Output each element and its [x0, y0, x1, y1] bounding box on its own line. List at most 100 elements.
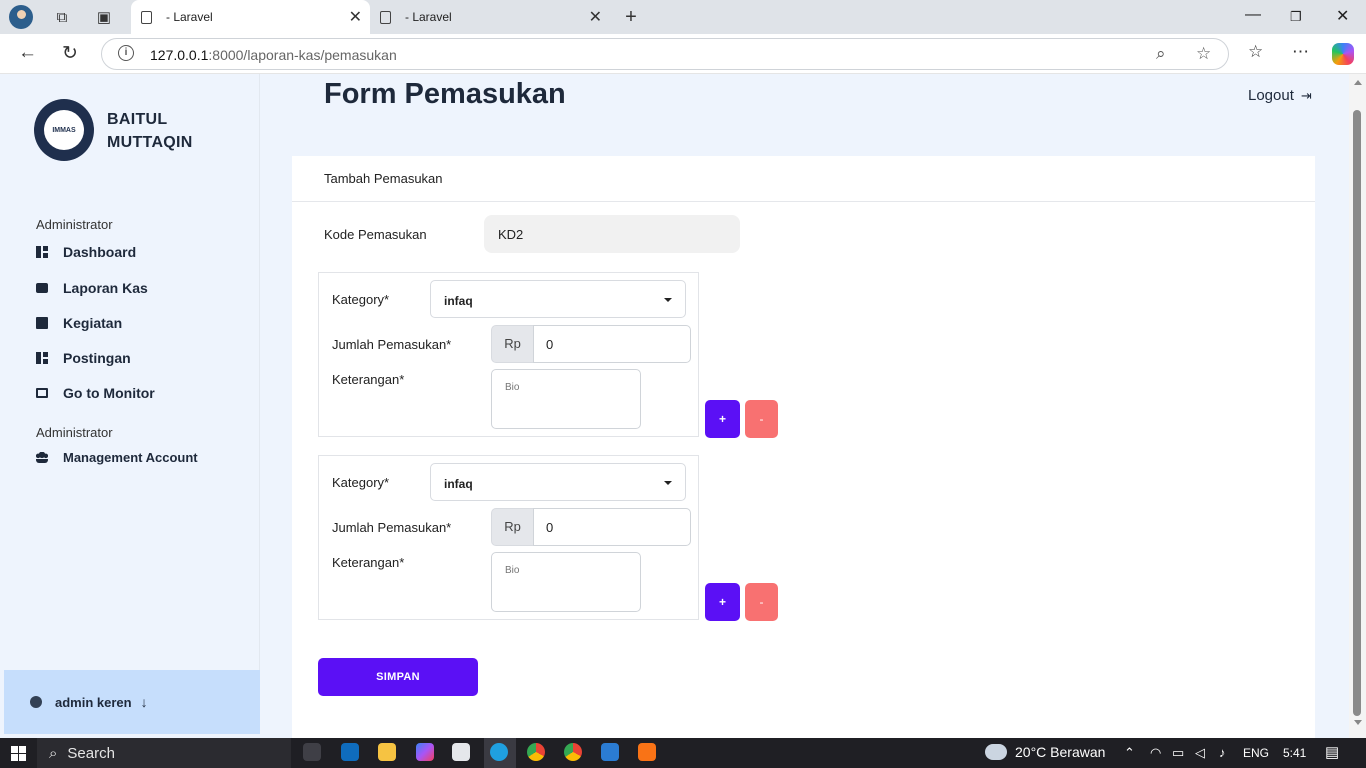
close-tab-icon[interactable]: ✕	[349, 7, 362, 27]
chrome-profile-icon[interactable]	[564, 743, 582, 761]
edge-icon[interactable]	[490, 743, 508, 761]
back-icon[interactable]: ←	[18, 42, 37, 64]
page-icon	[380, 10, 391, 24]
store-icon[interactable]	[452, 743, 470, 761]
caret-down-icon	[664, 298, 672, 302]
caret-down-icon	[664, 481, 672, 485]
copilot-icon[interactable]	[1332, 43, 1354, 65]
volume-icon[interactable]: ◁	[1195, 745, 1205, 761]
tab-actions-icon[interactable]: ▣	[91, 5, 117, 29]
page-content: IMMAS BAITUL MUTTAQIN Administrator Dash…	[0, 74, 1366, 738]
page-scrollbar[interactable]	[1349, 74, 1366, 738]
url-host: 127.0.0.1	[150, 47, 209, 63]
chrome-icon[interactable]	[527, 743, 545, 761]
sidebar: IMMAS BAITUL MUTTAQIN Administrator Dash…	[4, 74, 260, 734]
tab-laravel-2[interactable]: - Laravel ✕	[370, 0, 610, 34]
restore-icon[interactable]: ❐	[1290, 9, 1302, 25]
sidebar-item-label: Postingan	[63, 350, 131, 366]
scroll-down-icon[interactable]	[1354, 720, 1362, 725]
vscode-icon[interactable]	[601, 743, 619, 761]
kategori-label: Kategory*	[332, 475, 390, 490]
remove-entry-button[interactable]: -	[745, 400, 778, 438]
sidebar-item-go-to-monitor[interactable]: Go to Monitor	[36, 385, 155, 401]
keterangan-textarea[interactable]	[491, 369, 641, 429]
posts-icon	[36, 352, 48, 364]
logout-button[interactable]: Logout ⇥	[1248, 87, 1312, 104]
sidebar-item-dashboard[interactable]: Dashboard	[36, 244, 136, 260]
notifications-icon[interactable]: ▤	[1325, 743, 1339, 761]
sidebar-item-management-account[interactable]: Management Account	[36, 450, 198, 465]
zoom-icon[interactable]: ⌕	[1156, 44, 1166, 64]
keterangan-textarea[interactable]	[491, 552, 641, 612]
tab-title: - Laravel	[405, 10, 452, 24]
new-tab-icon[interactable]: +	[618, 5, 644, 29]
jumlah-label: Jumlah Pemasukan*	[332, 520, 452, 535]
sidebar-item-postingan[interactable]: Postingan	[36, 350, 131, 366]
currency-addon: Rp	[491, 508, 534, 546]
tray-overflow-icon[interactable]: ⌃	[1124, 745, 1135, 761]
sidebar-item-kegiatan[interactable]: Kegiatan	[36, 315, 122, 331]
kategori-value: infaq	[444, 477, 473, 491]
speaker-icon[interactable]: ♪	[1219, 745, 1226, 760]
outlook-icon[interactable]	[341, 743, 359, 761]
url-text[interactable]: 127.0.0.1:8000/laporan-kas/pemasukan	[150, 47, 397, 63]
kode-pemasukan-field[interactable]	[484, 215, 740, 253]
url-path: :8000/laporan-kas/pemasukan	[208, 47, 397, 63]
scrollbar-thumb[interactable]	[1353, 110, 1361, 716]
close-window-icon[interactable]: ✕	[1336, 6, 1349, 26]
url-field[interactable]: i 127.0.0.1:8000/laporan-kas/pemasukan ⌕…	[101, 38, 1229, 70]
favorites-icon[interactable]: ☆	[1248, 42, 1263, 62]
reload-icon[interactable]: ↻	[62, 42, 78, 65]
file-explorer-icon[interactable]	[378, 743, 396, 761]
close-tab-icon[interactable]: ✕	[589, 7, 602, 27]
logo: IMMAS	[34, 99, 94, 161]
kategori-select[interactable]: infaq	[430, 280, 686, 318]
site-info-icon[interactable]: i	[118, 45, 134, 61]
taskbar-search[interactable]: ⌕ Search	[37, 738, 291, 768]
scroll-up-icon[interactable]	[1354, 80, 1362, 85]
tab-laravel-1[interactable]: - Laravel ✕	[131, 0, 370, 34]
copilot-app-icon[interactable]	[416, 743, 434, 761]
jumlah-input[interactable]	[533, 325, 691, 363]
kategori-select[interactable]: infaq	[430, 463, 686, 501]
task-view-icon[interactable]	[303, 743, 321, 761]
xampp-icon[interactable]	[638, 743, 656, 761]
wifi-icon[interactable]: ◠	[1150, 745, 1161, 761]
users-icon	[36, 452, 48, 463]
arrow-down-icon: ↓	[140, 694, 148, 710]
search-label: Search	[67, 744, 115, 762]
windows-start-icon[interactable]	[11, 746, 26, 761]
address-bar: ← ↻ i 127.0.0.1:8000/laporan-kas/pemasuk…	[0, 34, 1366, 74]
sidebar-item-label: Kegiatan	[63, 315, 123, 331]
browser-tab-bar: ⧉ ▣ - Laravel ✕ - Laravel ✕ + — ❐ ✕	[0, 0, 1366, 34]
page-icon	[141, 10, 152, 24]
brand-name: BAITUL MUTTAQIN	[107, 111, 193, 151]
minimize-icon[interactable]: —	[1245, 6, 1261, 24]
language-indicator[interactable]: ENG	[1243, 746, 1269, 760]
battery-icon[interactable]: ▭	[1172, 745, 1184, 761]
weather-widget[interactable]: 20°C Berawan	[985, 744, 1105, 760]
keterangan-label: Keterangan*	[332, 372, 405, 387]
user-menu[interactable]: admin keren ↓	[4, 670, 260, 734]
remove-entry-button[interactable]: -	[745, 583, 778, 621]
pemasukan-entry: Kategory* infaq Jumlah Pemasukan* Rp Ket…	[318, 272, 699, 437]
jumlah-input[interactable]	[533, 508, 691, 546]
more-menu-icon[interactable]: ⋯	[1292, 42, 1309, 62]
sidebar-item-laporan-kas[interactable]: Laporan Kas	[36, 280, 148, 296]
search-icon: ⌕	[49, 744, 58, 762]
add-entry-button[interactable]: +	[705, 583, 740, 621]
profile-avatar[interactable]	[9, 5, 33, 29]
taskbar: ⌕ Search 20°C Berawan ⌃ ◠ ▭ ◁ ♪ ENG 5:41…	[0, 738, 1366, 768]
card-title: Tambah Pemasukan	[292, 156, 1315, 202]
clock[interactable]: 5:41	[1283, 746, 1306, 760]
add-entry-button[interactable]: +	[705, 400, 740, 438]
collections-icon[interactable]: ⧉	[49, 5, 75, 29]
calendar-icon	[36, 317, 48, 329]
jumlah-label: Jumlah Pemasukan*	[332, 337, 452, 352]
form-card: Tambah Pemasukan Kode Pemasukan Kategory…	[292, 156, 1315, 738]
tab-title: - Laravel	[166, 10, 213, 24]
simpan-button[interactable]: SIMPAN	[318, 658, 478, 696]
favorite-star-icon[interactable]: ☆	[1196, 44, 1211, 64]
section-label-administrator: Administrator	[36, 217, 113, 232]
page-title: Form Pemasukan	[324, 78, 566, 110]
